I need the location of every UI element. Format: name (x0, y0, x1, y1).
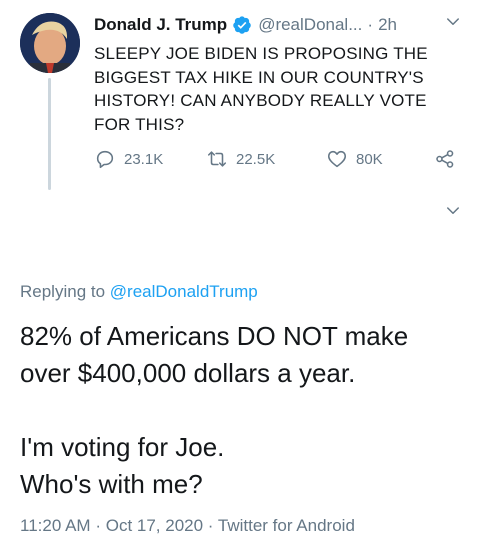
chevron-down-icon[interactable] (444, 202, 462, 220)
chevron-down-icon[interactable] (444, 13, 462, 31)
like-count: 80K (356, 150, 383, 168)
like-button[interactable]: 80K (326, 148, 383, 170)
retweet-icon (207, 151, 227, 167)
tweet-text-line: HISTORY! CAN ANYBODY REALLY VOTE (94, 91, 427, 110)
thread-line (48, 78, 51, 190)
retweet-button[interactable]: 22.5K (206, 148, 275, 170)
reply-button[interactable]: 23.1K (94, 148, 163, 170)
tweet-time[interactable]: 2h (378, 15, 397, 35)
share-button[interactable] (434, 148, 464, 170)
tweet-metadata: 11:20 AM · Oct 17, 2020 · Twitter for An… (20, 516, 355, 536)
reply-text-line: I'm voting for Joe. (20, 432, 225, 462)
tweet-text-line: BIGGEST TAX HIKE IN OUR COUNTRY'S (94, 67, 424, 87)
reply-text-line: over $400,000 dollars a year. (20, 358, 356, 388)
author-handle[interactable]: @realDonal... (258, 15, 362, 35)
reply-icon (96, 150, 114, 169)
verified-badge-icon (232, 15, 252, 35)
author-name[interactable]: Donald J. Trump (94, 15, 227, 35)
tweet-header: Donald J. Trump @realDonal... · 2h (94, 13, 434, 37)
avatar[interactable] (20, 13, 80, 73)
like-icon (327, 150, 347, 168)
meta-separator: · (207, 516, 214, 535)
header-separator: · (367, 15, 374, 34)
reply-text-line: Who's with me? (20, 469, 203, 499)
tweet-text-line: FOR THIS? (94, 114, 185, 134)
tweet-text-line: SLEEPY JOE BIDEN IS PROPOSING THE (94, 44, 428, 63)
mention-link[interactable]: @realDonaldTrump (110, 282, 258, 301)
tweet-timestamp: 11:20 AM (20, 516, 91, 535)
reply-count: 23.1K (124, 150, 164, 168)
tweet-source[interactable]: Twitter for Android (218, 516, 355, 535)
tweet-date: Oct 17, 2020 (105, 516, 204, 535)
parent-tweet-text: SLEEPY JOE BIDEN IS PROPOSING THE BIGGES… (94, 42, 454, 136)
retweet-count: 22.5K (236, 150, 276, 168)
share-icon (436, 150, 454, 168)
tweet-actions: 23.1K 22.5K 80K (94, 148, 474, 174)
meta-separator: · (95, 516, 101, 535)
replying-prefix: Replying to (20, 282, 106, 301)
reply-tweet-text: 82% of Americans DO NOT make over $400,0… (20, 318, 470, 503)
replying-to: Replying to @realDonaldTrump (20, 282, 258, 302)
reply-text-line: 82% of Americans DO NOT make (20, 321, 409, 351)
